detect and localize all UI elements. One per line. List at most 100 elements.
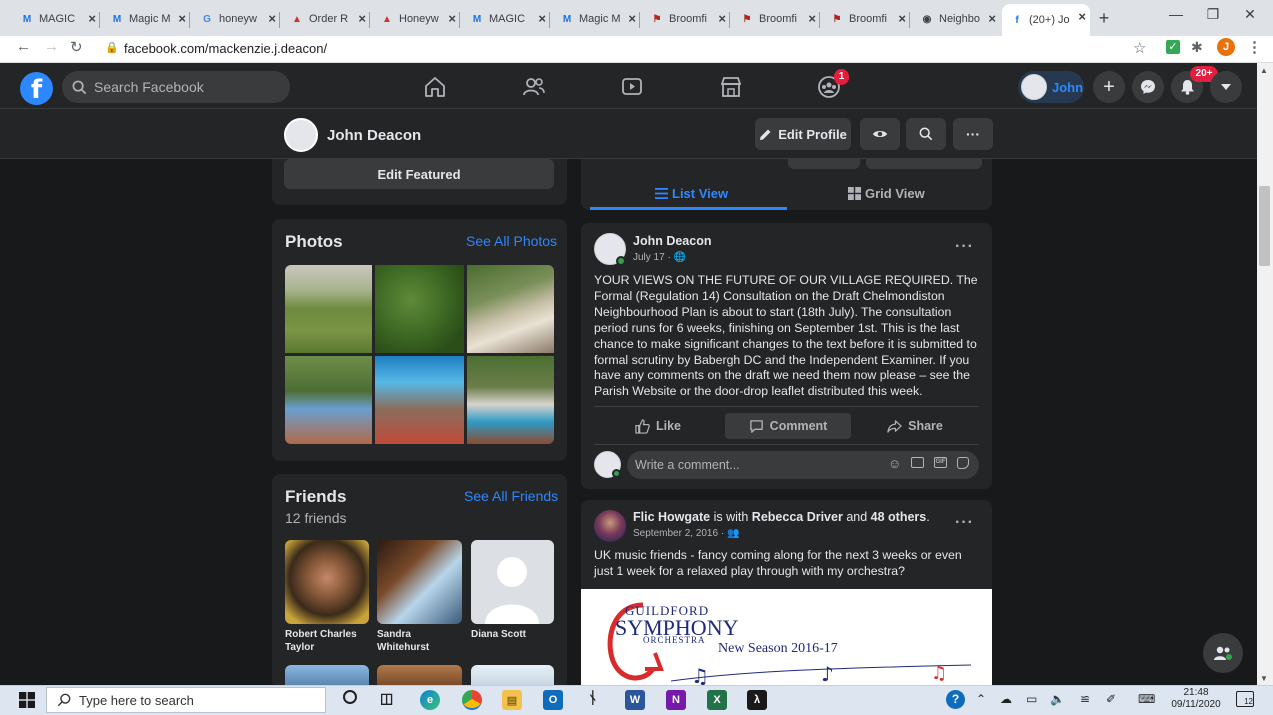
volume-icon[interactable]: 🔈 xyxy=(1050,692,1065,706)
post-author-name[interactable]: John Deacon xyxy=(633,234,712,248)
friend-name[interactable]: Diana Scott xyxy=(471,628,555,641)
edit-profile-button[interactable]: Edit Profile xyxy=(755,118,851,150)
page-scrollbar-track[interactable] xyxy=(1257,63,1273,685)
tab-close-icon[interactable]: × xyxy=(988,11,996,26)
comment-input[interactable]: Write a comment... xyxy=(627,451,979,479)
acrobat-icon[interactable]: λ xyxy=(747,690,767,710)
browser-tab[interactable]: M MAGIC × xyxy=(462,6,550,32)
post-author-name[interactable]: Flic Howgate xyxy=(633,510,710,524)
sticker-icon[interactable] xyxy=(957,457,969,469)
forward-icon[interactable]: → xyxy=(44,38,59,55)
browser-tab[interactable]: ◉ Neighbo × xyxy=(912,6,1000,32)
photo-people-standing[interactable] xyxy=(467,356,554,444)
friend-photo[interactable] xyxy=(285,665,369,685)
tab-close-icon[interactable]: × xyxy=(808,11,816,26)
photo-field[interactable] xyxy=(285,265,372,353)
profile-avatar[interactable] xyxy=(284,118,318,152)
post-image[interactable]: GUILDFORD SYMPHONY ORCHESTRA New Season … xyxy=(581,589,992,685)
scroll-up-arrow-icon[interactable]: ▲ xyxy=(1260,66,1268,75)
friend-name[interactable]: Robert Charles Taylor xyxy=(285,628,369,654)
tab-close-icon[interactable]: × xyxy=(628,11,636,26)
close-window-button[interactable]: ✕ xyxy=(1232,6,1268,23)
watch-video-icon[interactable] xyxy=(619,74,645,100)
keyboard-icon[interactable]: ⌨ xyxy=(1138,692,1155,706)
restore-button[interactable]: ❐ xyxy=(1195,6,1231,23)
gif-icon[interactable]: GIF xyxy=(934,457,947,468)
bookmark-star-icon[interactable]: ☆ xyxy=(1133,39,1146,57)
browser-tab[interactable]: M Magic M × xyxy=(552,6,640,32)
friends-icon[interactable] xyxy=(521,74,547,100)
photo-trees[interactable] xyxy=(375,265,464,353)
browser-tab[interactable]: f (20+) Jo × xyxy=(1002,4,1090,36)
extension-check-icon[interactable]: ✓ xyxy=(1166,40,1180,54)
battery-icon[interactable]: ▭ xyxy=(1026,692,1037,706)
see-all-friends-link[interactable]: See All Friends xyxy=(464,488,558,504)
extensions-puzzle-icon[interactable]: ✱ xyxy=(1191,39,1203,56)
notification-center-icon[interactable]: 12 xyxy=(1236,691,1254,707)
marketplace-icon[interactable] xyxy=(718,74,744,100)
task-view-icon[interactable]: ◫ xyxy=(380,690,393,707)
windows-start-icon[interactable] xyxy=(19,692,35,708)
lightning-app-icon[interactable]: ᚾ xyxy=(588,690,598,708)
tab-close-icon[interactable]: × xyxy=(898,11,906,26)
url-text[interactable]: facebook.com/mackenzie.j.deacon/ xyxy=(124,41,327,56)
user-profile-chip[interactable]: John xyxy=(1018,71,1084,103)
outlook-icon[interactable]: O xyxy=(543,690,563,710)
excel-icon[interactable]: X xyxy=(707,690,727,710)
cortana-icon[interactable] xyxy=(343,690,357,704)
photo-house[interactable] xyxy=(467,265,554,353)
friend-photo[interactable] xyxy=(471,665,554,685)
profile-more-button[interactable]: ··· xyxy=(953,118,993,150)
friend-photo[interactable] xyxy=(377,665,462,685)
post-options-icon[interactable]: ··· xyxy=(955,238,974,256)
tagged-friend-name[interactable]: Rebecca Driver xyxy=(752,510,843,524)
facebook-logo-icon[interactable]: f xyxy=(20,72,53,105)
manage-posts-button[interactable] xyxy=(866,159,982,169)
wifi-icon[interactable]: ≌ xyxy=(1080,692,1090,706)
tab-close-icon[interactable]: × xyxy=(268,11,276,26)
tab-close-icon[interactable]: × xyxy=(88,11,96,26)
friend-name[interactable]: Sandra Whitehurst xyxy=(377,628,447,654)
emoji-icon[interactable]: ☺ xyxy=(888,456,901,471)
browser-tab[interactable]: Ghoneyw × xyxy=(192,6,280,32)
friend-photo[interactable] xyxy=(285,540,369,624)
friend-photo[interactable] xyxy=(377,540,462,624)
tab-close-icon[interactable]: × xyxy=(178,11,186,26)
account-menu-button[interactable] xyxy=(1210,71,1242,103)
post-options-icon[interactable]: ··· xyxy=(955,514,974,532)
comment-button[interactable]: Comment xyxy=(725,413,851,439)
photo-group-outdoor[interactable] xyxy=(285,356,372,444)
browser-tab[interactable]: ⚑ Broomfi × xyxy=(732,6,820,32)
show-hidden-icons[interactable]: ⌃ xyxy=(976,692,986,706)
profile-search-button[interactable] xyxy=(906,118,946,150)
taskbar-clock[interactable]: 21:48 09/11/2020 xyxy=(1170,687,1222,711)
browser-tab[interactable]: ▲ Order R × xyxy=(282,6,370,32)
tab-close-icon[interactable]: × xyxy=(1078,9,1086,24)
tab-close-icon[interactable]: × xyxy=(718,11,726,26)
browser-tab[interactable]: ⚑ Broomfi × xyxy=(822,6,910,32)
photo-tent-gathering[interactable] xyxy=(375,356,464,444)
help-icon[interactable]: ? xyxy=(946,690,965,709)
edge-browser-icon[interactable]: e xyxy=(420,690,440,710)
browser-tab[interactable]: M Magic M × xyxy=(102,6,190,32)
file-explorer-icon[interactable]: ▤ xyxy=(502,690,522,710)
chrome-profile-avatar[interactable]: J xyxy=(1217,38,1235,56)
new-room-button[interactable] xyxy=(1203,633,1243,673)
browser-tab[interactable]: ⚑ Broomfi × xyxy=(642,6,730,32)
like-button[interactable]: Like xyxy=(596,413,720,439)
post-date[interactable]: September 2, 2016 · 👥 xyxy=(633,528,739,539)
browser-tab[interactable]: ▲ Honeyw × xyxy=(372,6,460,32)
word-icon[interactable]: W xyxy=(625,690,645,710)
filters-button[interactable] xyxy=(788,159,860,169)
see-all-photos-link[interactable]: See All Photos xyxy=(466,233,557,249)
scroll-down-arrow-icon[interactable]: ▼ xyxy=(1260,674,1268,683)
facebook-search-input[interactable]: Search Facebook xyxy=(62,71,290,103)
chrome-taskbar-icon[interactable] xyxy=(462,690,482,710)
back-icon[interactable]: ← xyxy=(16,38,31,55)
share-button[interactable]: Share xyxy=(855,413,975,439)
post-date[interactable]: July 17 · 🌐 xyxy=(633,252,686,263)
pen-icon[interactable]: ✐ xyxy=(1106,692,1116,706)
friend-photo[interactable] xyxy=(471,540,554,624)
grid-view-tab[interactable]: Grid View xyxy=(848,186,925,201)
messenger-button[interactable] xyxy=(1132,71,1164,103)
